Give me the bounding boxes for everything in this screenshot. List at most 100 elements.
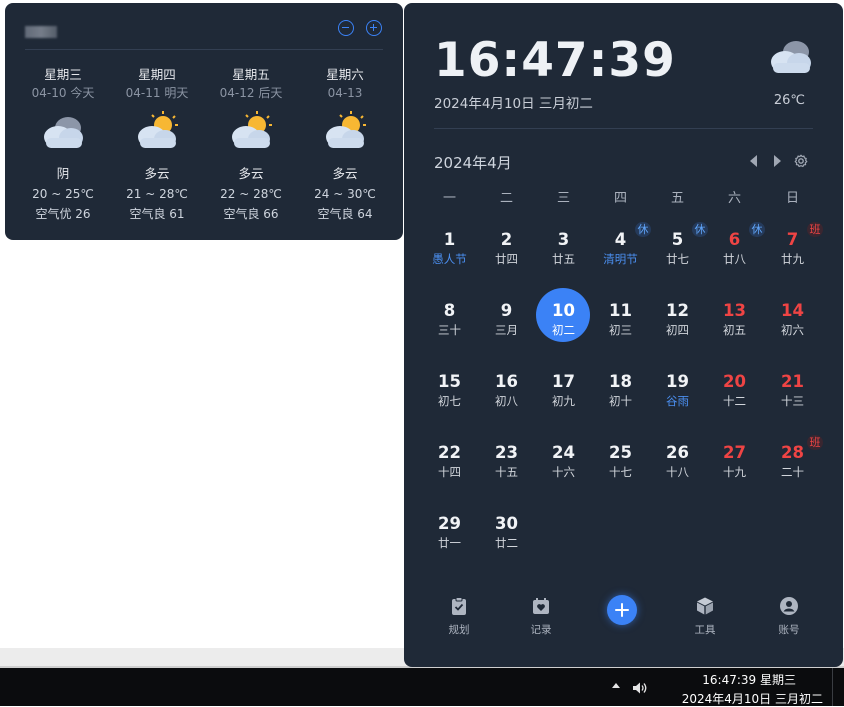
day-number: 23 — [495, 443, 518, 462]
date-label: 04-13 — [327, 86, 363, 100]
calendar-day[interactable]: 22 十四 — [421, 434, 478, 496]
calendar-day[interactable]: 12 初四 — [649, 292, 706, 354]
weather-day: 星期四 04-11 明天 多云 21 ~ 28℃ 空气良 61 — [110, 66, 204, 224]
bar-item-label: 账号 — [778, 624, 800, 636]
weekday-header: 一 — [442, 191, 456, 206]
calendar-day[interactable]: 13 初五 — [706, 292, 763, 354]
partly-cloudy-icon — [320, 110, 370, 154]
month-label: 2024年4月 — [434, 154, 512, 172]
weather-day: 星期三 04-10 今天 阴 20 ~ 25℃ 空气优 26 — [16, 66, 110, 224]
lunar-label: 初九 — [552, 394, 575, 408]
bar-item-plan[interactable]: 规划 — [434, 596, 484, 637]
lunar-label: 十五 — [495, 465, 518, 479]
calendar-day[interactable]: 16 初八 — [478, 363, 535, 425]
day-number: 11 — [609, 301, 632, 320]
calendar-day[interactable]: 27 十九 — [706, 434, 763, 496]
partly-cloudy-icon — [132, 110, 182, 154]
bar-item-label: 规划 — [448, 624, 470, 636]
clipboard-check-icon — [452, 597, 466, 615]
weekday-header: 四 — [613, 191, 627, 206]
condition-label: 多云 — [238, 166, 264, 181]
day-number: 8 — [443, 301, 456, 320]
add-button[interactable] — [607, 595, 637, 625]
calendar-day[interactable]: 11 初三 — [592, 292, 649, 354]
calendar-day[interactable]: 17 初九 — [535, 363, 592, 425]
full-date: 2024年4月10日 三月初二 — [434, 96, 593, 112]
bar-item-account[interactable]: 账号 — [764, 596, 814, 637]
prev-month-button[interactable] — [750, 155, 757, 167]
calendar-day[interactable]: 3 廿五 — [535, 221, 592, 283]
lunar-label: 初八 — [495, 394, 518, 408]
clock-time: 16:47:39 — [434, 33, 676, 88]
calendar-day[interactable]: 24 十六 — [535, 434, 592, 496]
weather-widget: 星期三 04-10 今天 阴 20 ~ 25℃ 空气优 26 星期四 04-11… — [5, 3, 403, 240]
gear-icon[interactable] — [794, 153, 808, 168]
zoom-in-button[interactable] — [366, 20, 382, 36]
weekday-label: 星期六 — [326, 67, 364, 82]
temp-range: 21 ~ 28℃ — [126, 187, 188, 201]
workday-badge: 班 — [807, 435, 823, 450]
lunar-label: 十四 — [438, 465, 461, 479]
calendar-day[interactable]: 28 二十班 — [764, 434, 823, 496]
cloudy-icon — [38, 110, 88, 154]
next-month-button[interactable] — [774, 155, 781, 167]
bar-item-tools[interactable]: 工具 — [680, 596, 730, 637]
temp-range: 24 ~ 30℃ — [314, 187, 376, 201]
speaker-icon[interactable] — [632, 680, 648, 694]
weekday-label: 星期四 — [138, 67, 176, 82]
calendar-day[interactable]: 30 廿二 — [478, 505, 535, 567]
day-number: 13 — [723, 301, 746, 320]
day-number: 29 — [438, 514, 461, 533]
day-number: 10 — [552, 301, 575, 320]
user-circle-icon — [780, 597, 798, 615]
day-number: 25 — [609, 443, 632, 462]
city-name-blurred — [25, 26, 57, 38]
calendar-day[interactable]: 26 十八 — [649, 434, 706, 496]
day-number: 22 — [438, 443, 461, 462]
date-label: 04-12 后天 — [219, 86, 283, 100]
calendar-day[interactable]: 10 初二 — [535, 288, 592, 354]
calendar-day[interactable]: 25 十七 — [592, 434, 649, 496]
bar-item-record[interactable]: 记录 — [516, 596, 566, 637]
lunar-label: 初十 — [609, 394, 632, 408]
calendar-day[interactable]: 18 初十 — [592, 363, 649, 425]
calendar-day[interactable]: 19 谷雨 — [649, 363, 706, 425]
calendar-day[interactable]: 14 初六 — [764, 292, 821, 354]
taskbar-date[interactable]: 2024年4月10日 三月初二 — [682, 690, 823, 707]
day-number: 30 — [495, 514, 518, 533]
day-number: 24 — [552, 443, 575, 462]
condition-label: 多云 — [144, 166, 170, 181]
calendar-day[interactable]: 29 廿一 — [421, 505, 478, 567]
day-number: 14 — [781, 301, 804, 320]
weekday-header: 二 — [499, 191, 513, 206]
lunar-label: 二十 — [781, 465, 804, 479]
holiday-badge: 休 — [749, 222, 765, 237]
lunar-label: 十二 — [723, 394, 746, 408]
lunar-label: 十九 — [723, 465, 746, 479]
lunar-label: 廿二 — [495, 536, 518, 550]
condition-label: 阴 — [56, 166, 70, 181]
taskbar-time[interactable]: 16:47:39 星期三 — [702, 671, 796, 688]
calendar-day[interactable]: 7 廿九班 — [764, 221, 823, 283]
lunar-label: 初六 — [781, 323, 804, 337]
show-desktop-button[interactable] — [832, 668, 833, 706]
calendar-day[interactable]: 4 清明节休 — [592, 221, 651, 283]
lunar-label: 初七 — [438, 394, 461, 408]
calendar-day[interactable]: 2 廿四 — [478, 221, 535, 283]
calendar-day[interactable]: 20 十二 — [706, 363, 763, 425]
calendar-heart-icon — [533, 598, 549, 614]
calendar-day[interactable]: 23 十五 — [478, 434, 535, 496]
calendar-day[interactable]: 6 廿八休 — [706, 221, 765, 283]
calendar-day[interactable]: 1 愚人节 — [421, 221, 478, 283]
tray-expand-icon[interactable] — [612, 683, 620, 688]
lunar-label: 三十 — [438, 323, 461, 337]
calendar-day[interactable]: 9 三月 — [478, 292, 535, 354]
calendar-day[interactable]: 5 廿七休 — [649, 221, 708, 283]
calendar-day[interactable]: 21 十三 — [764, 363, 821, 425]
calendar-day[interactable]: 15 初七 — [421, 363, 478, 425]
zoom-out-button[interactable] — [338, 20, 354, 36]
lunar-label: 初四 — [666, 323, 689, 337]
calendar-day[interactable]: 8 三十 — [421, 292, 478, 354]
air-quality: 空气优 26 — [35, 207, 91, 221]
air-quality: 空气良 61 — [129, 207, 185, 221]
